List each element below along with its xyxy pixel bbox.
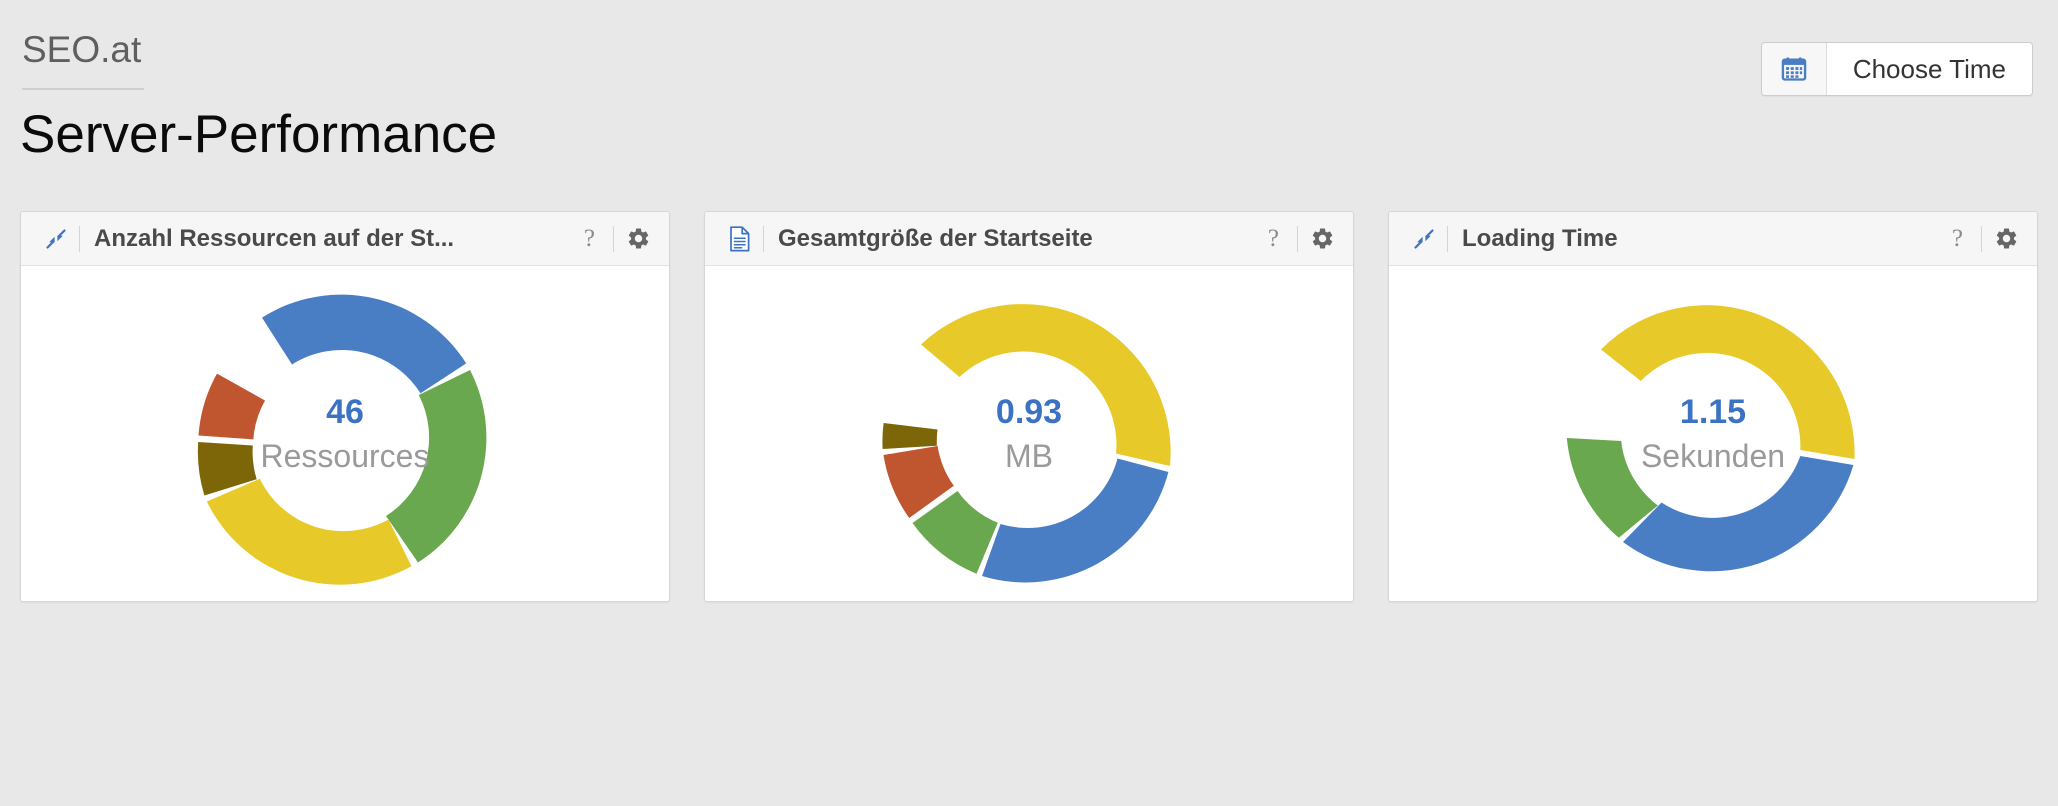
- page-header: SEO.at Server-Performance Choose Time: [0, 0, 2058, 196]
- gear-icon[interactable]: [626, 226, 653, 251]
- card-header: Anzahl Ressourcen auf der St... ?: [21, 212, 669, 266]
- card-body: 0.93 MB: [705, 266, 1353, 601]
- card-body: 46 Ressources: [21, 266, 669, 601]
- card-header: Gesamtgröße der Startseite ?: [705, 212, 1353, 266]
- card-title: Loading Time: [1462, 224, 1618, 252]
- donut-segment-yellow[interactable]: [1601, 304, 1855, 459]
- card-header: Loading Time ?: [1389, 212, 2037, 266]
- donut-svg: [1566, 304, 1855, 571]
- gear-icon[interactable]: [1994, 226, 2021, 251]
- card-title: Gesamtgröße der Startseite: [778, 224, 1093, 252]
- cards-row: Anzahl Ressourcen auf der St... ? 46 Res…: [20, 211, 2038, 602]
- choose-time-label[interactable]: Choose Time: [1826, 43, 2032, 95]
- document-icon[interactable]: [721, 225, 759, 252]
- brand-underline: [22, 88, 144, 90]
- header-divider-right: [1297, 225, 1298, 252]
- donut-chart-gesamtgroesse: 0.93 MB: [861, 266, 1197, 602]
- donut-segment-red[interactable]: [198, 373, 266, 439]
- compress-arrows-icon[interactable]: [1405, 227, 1443, 251]
- header-divider-right: [1981, 225, 1982, 252]
- help-icon[interactable]: ?: [1262, 225, 1285, 253]
- donut-segment-yellow[interactable]: [921, 303, 1171, 466]
- header-divider: [1447, 225, 1448, 252]
- card-gesamtgroesse-startseite: Gesamtgröße der Startseite ? 0.93 MB: [704, 211, 1354, 602]
- calendar-icon[interactable]: [1761, 43, 1827, 95]
- help-icon[interactable]: ?: [578, 225, 601, 253]
- donut-svg: [882, 303, 1171, 582]
- donut-svg: [197, 294, 487, 585]
- header-divider: [79, 225, 80, 252]
- donut-chart-ressourcen: 46 Ressources: [177, 266, 513, 602]
- card-anzahl-ressourcen: Anzahl Ressourcen auf der St... ? 46 Res…: [20, 211, 670, 602]
- page-title: Server-Performance: [20, 105, 498, 164]
- card-title: Anzahl Ressourcen auf der St...: [94, 224, 455, 252]
- donut-segment-blue[interactable]: [982, 458, 1169, 582]
- gear-icon[interactable]: [1310, 226, 1337, 251]
- donut-segment-green[interactable]: [386, 369, 487, 563]
- dashboard-page: SEO.at Server-Performance Choose Time An…: [0, 0, 2058, 806]
- help-icon[interactable]: ?: [1946, 225, 1969, 253]
- donut-segment-yellow[interactable]: [206, 478, 412, 585]
- donut-segment-olive[interactable]: [882, 422, 938, 449]
- header-divider-right: [613, 225, 614, 252]
- donut-chart-loading-time: 1.15 Sekunden: [1545, 266, 1881, 602]
- header-divider: [763, 225, 764, 252]
- donut-segment-blue[interactable]: [262, 294, 467, 393]
- card-loading-time: Loading Time ? 1.15 Sekunden: [1388, 211, 2038, 602]
- compress-arrows-icon[interactable]: [37, 227, 75, 251]
- card-body: 1.15 Sekunden: [1389, 266, 2037, 601]
- brand-label: SEO.at: [22, 29, 142, 70]
- choose-time-button[interactable]: Choose Time: [1760, 42, 2033, 96]
- donut-segment-blue[interactable]: [1623, 455, 1854, 571]
